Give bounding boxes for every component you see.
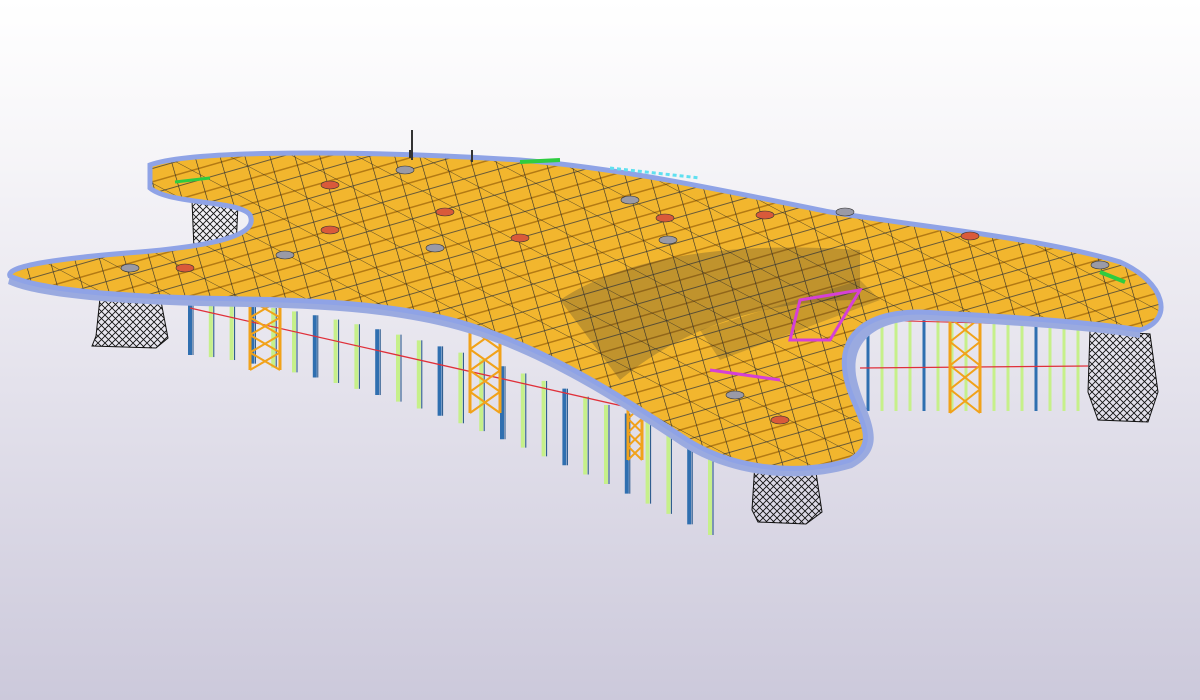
roof-panel [960, 231, 980, 241]
roof-panel [425, 243, 445, 253]
roof-panel [175, 263, 195, 273]
roof-panel [320, 225, 340, 235]
roof-panel [120, 263, 140, 273]
roof-panel [655, 213, 675, 223]
roof-panel [725, 390, 745, 400]
roof-panel [435, 207, 455, 217]
structural-model-scene [7, 130, 1164, 535]
roof-canopy [7, 150, 1164, 471]
roof-panel [1090, 260, 1110, 270]
roof-panel [620, 195, 640, 205]
roof-panel [395, 165, 415, 175]
roof-panel [510, 233, 530, 243]
support-tower-right [1087, 329, 1159, 423]
3d-model-viewport[interactable] [0, 0, 1200, 700]
roof-panel [770, 415, 790, 425]
roof-panel [275, 250, 295, 260]
roof-panel [755, 210, 775, 220]
roof-panel [320, 180, 340, 190]
roof-panel [835, 207, 855, 217]
roof-panel [658, 235, 678, 245]
